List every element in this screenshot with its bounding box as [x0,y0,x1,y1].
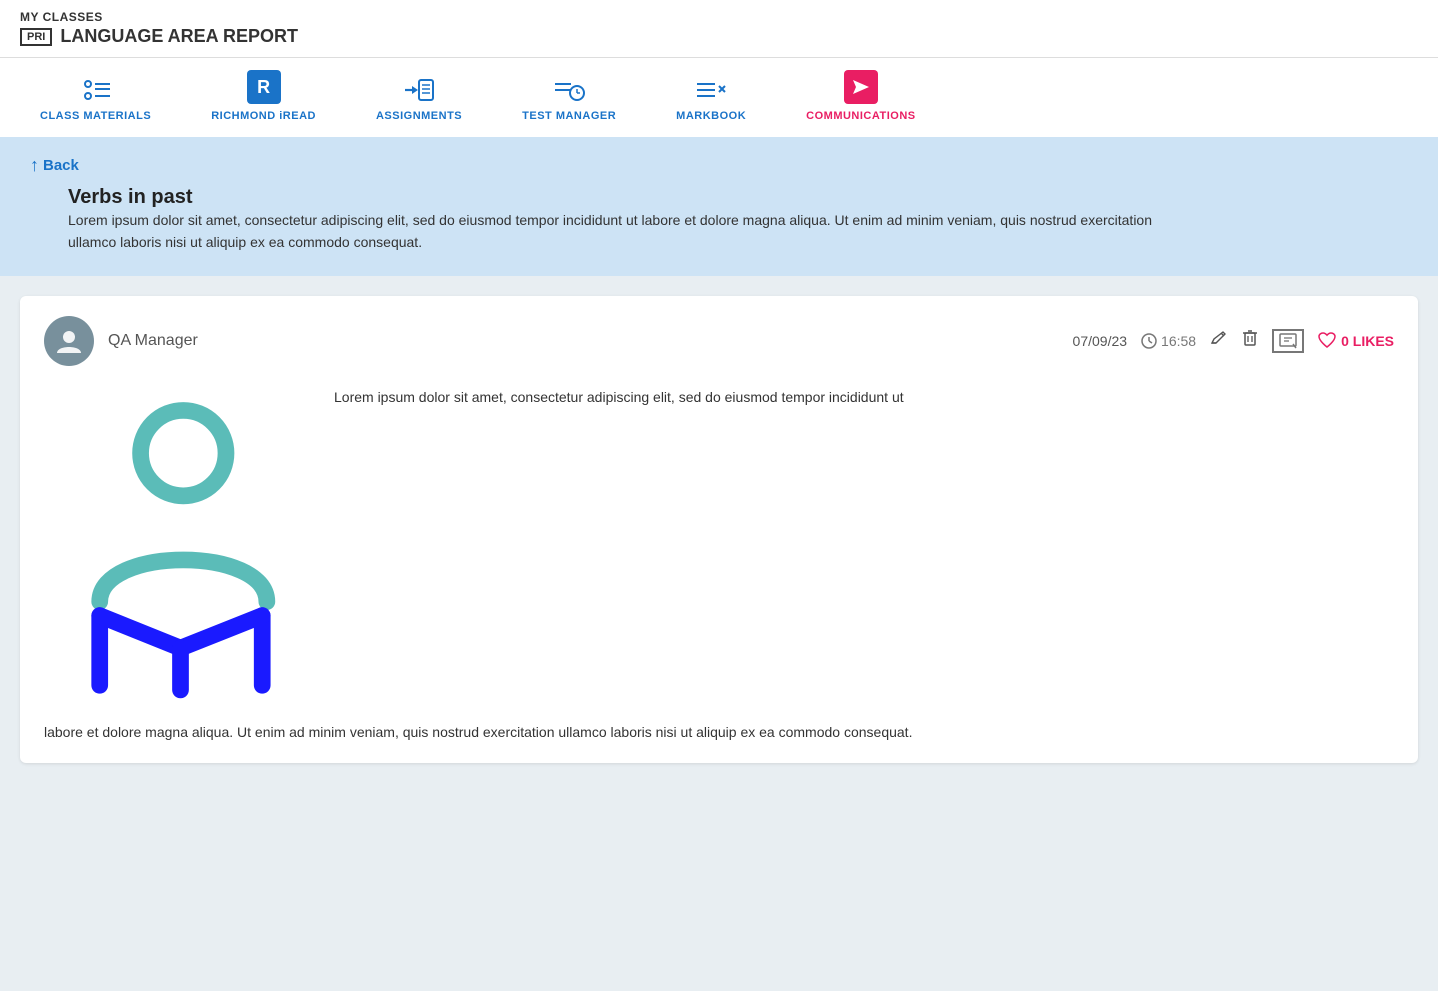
my-classes-label: MY CLASSES [20,10,1418,24]
post-body-text-bottom: labore et dolore magna aliqua. Ut enim a… [44,721,1394,743]
nav-item-test-manager[interactable]: TEST MANAGER [492,64,646,137]
author-name: QA Manager [108,332,198,350]
post-description: Lorem ipsum dolor sit amet, consectetur … [68,209,1168,254]
post-actions: 0 LIKES [1210,329,1394,353]
back-arrow-icon: ↑ [30,155,39,176]
nav-item-assignments[interactable]: ASSIGNMENTS [346,64,492,137]
info-bar: ↑ Back Verbs in past Lorem ipsum dolor s… [0,137,1438,276]
post-meta: 07/09/23 16:58 [1073,329,1394,353]
assignments-icon [403,76,435,104]
post-body: Lorem ipsum dolor sit amet, consectetur … [44,386,1394,711]
test-manager-label: TEST MANAGER [522,110,616,122]
class-materials-label: CLASS MATERIALS [40,110,151,122]
person-illustration [44,386,304,706]
top-header: MY CLASSES PRI LANGUAGE AREA REPORT [0,0,1438,58]
post-body-text-top: Lorem ipsum dolor sit amet, consectetur … [334,386,1394,408]
delete-icon[interactable] [1242,329,1258,352]
back-label: Back [43,157,79,174]
richmond-iread-label: RICHMOND iREAD [211,110,316,122]
markbook-icon [695,76,727,104]
back-button[interactable]: ↑ Back [30,155,79,176]
pri-badge: PRI [20,28,52,46]
class-materials-icon [80,76,112,104]
report-title-row: PRI LANGUAGE AREA REPORT [20,26,1418,47]
nav-item-class-materials[interactable]: CLASS MATERIALS [10,64,181,137]
nav-item-communications[interactable]: COMMUNICATIONS [776,58,945,137]
nav-item-richmond-iread[interactable]: R RICHMOND iREAD [181,58,346,137]
post-image-area [44,386,304,711]
post-time: 16:58 [1161,333,1196,349]
clock-icon [1141,333,1157,349]
edit-icon[interactable] [1210,329,1228,352]
report-title: LANGUAGE AREA REPORT [60,26,298,47]
heart-icon [1318,332,1336,349]
reply-icon[interactable] [1272,329,1304,353]
post-date: 07/09/23 [1073,333,1128,349]
back-row: ↑ Back [30,155,1408,176]
post-text-area: Lorem ipsum dolor sit amet, consectetur … [334,386,1394,408]
content-area: ↑ Back Verbs in past Lorem ipsum dolor s… [0,137,1438,763]
communications-icon [844,70,878,104]
navigation-bar: CLASS MATERIALS R RICHMOND iREAD ASSIGNM… [0,58,1438,137]
post-header: QA Manager 07/09/23 16:58 [44,316,1394,366]
post-card: QA Manager 07/09/23 16:58 [20,296,1418,763]
communications-label: COMMUNICATIONS [806,110,915,122]
nav-item-markbook[interactable]: MARKBOOK [646,64,776,137]
post-author-row: QA Manager [44,316,198,366]
assignments-label: ASSIGNMENTS [376,110,462,122]
markbook-label: MARKBOOK [676,110,746,122]
test-manager-icon [553,76,585,104]
avatar [44,316,94,366]
post-title: Verbs in past [68,186,1408,209]
richmond-iread-icon: R [247,70,281,104]
post-time-row: 16:58 [1141,333,1196,349]
likes-count: 0 LIKES [1341,333,1394,349]
likes-row[interactable]: 0 LIKES [1318,332,1394,349]
